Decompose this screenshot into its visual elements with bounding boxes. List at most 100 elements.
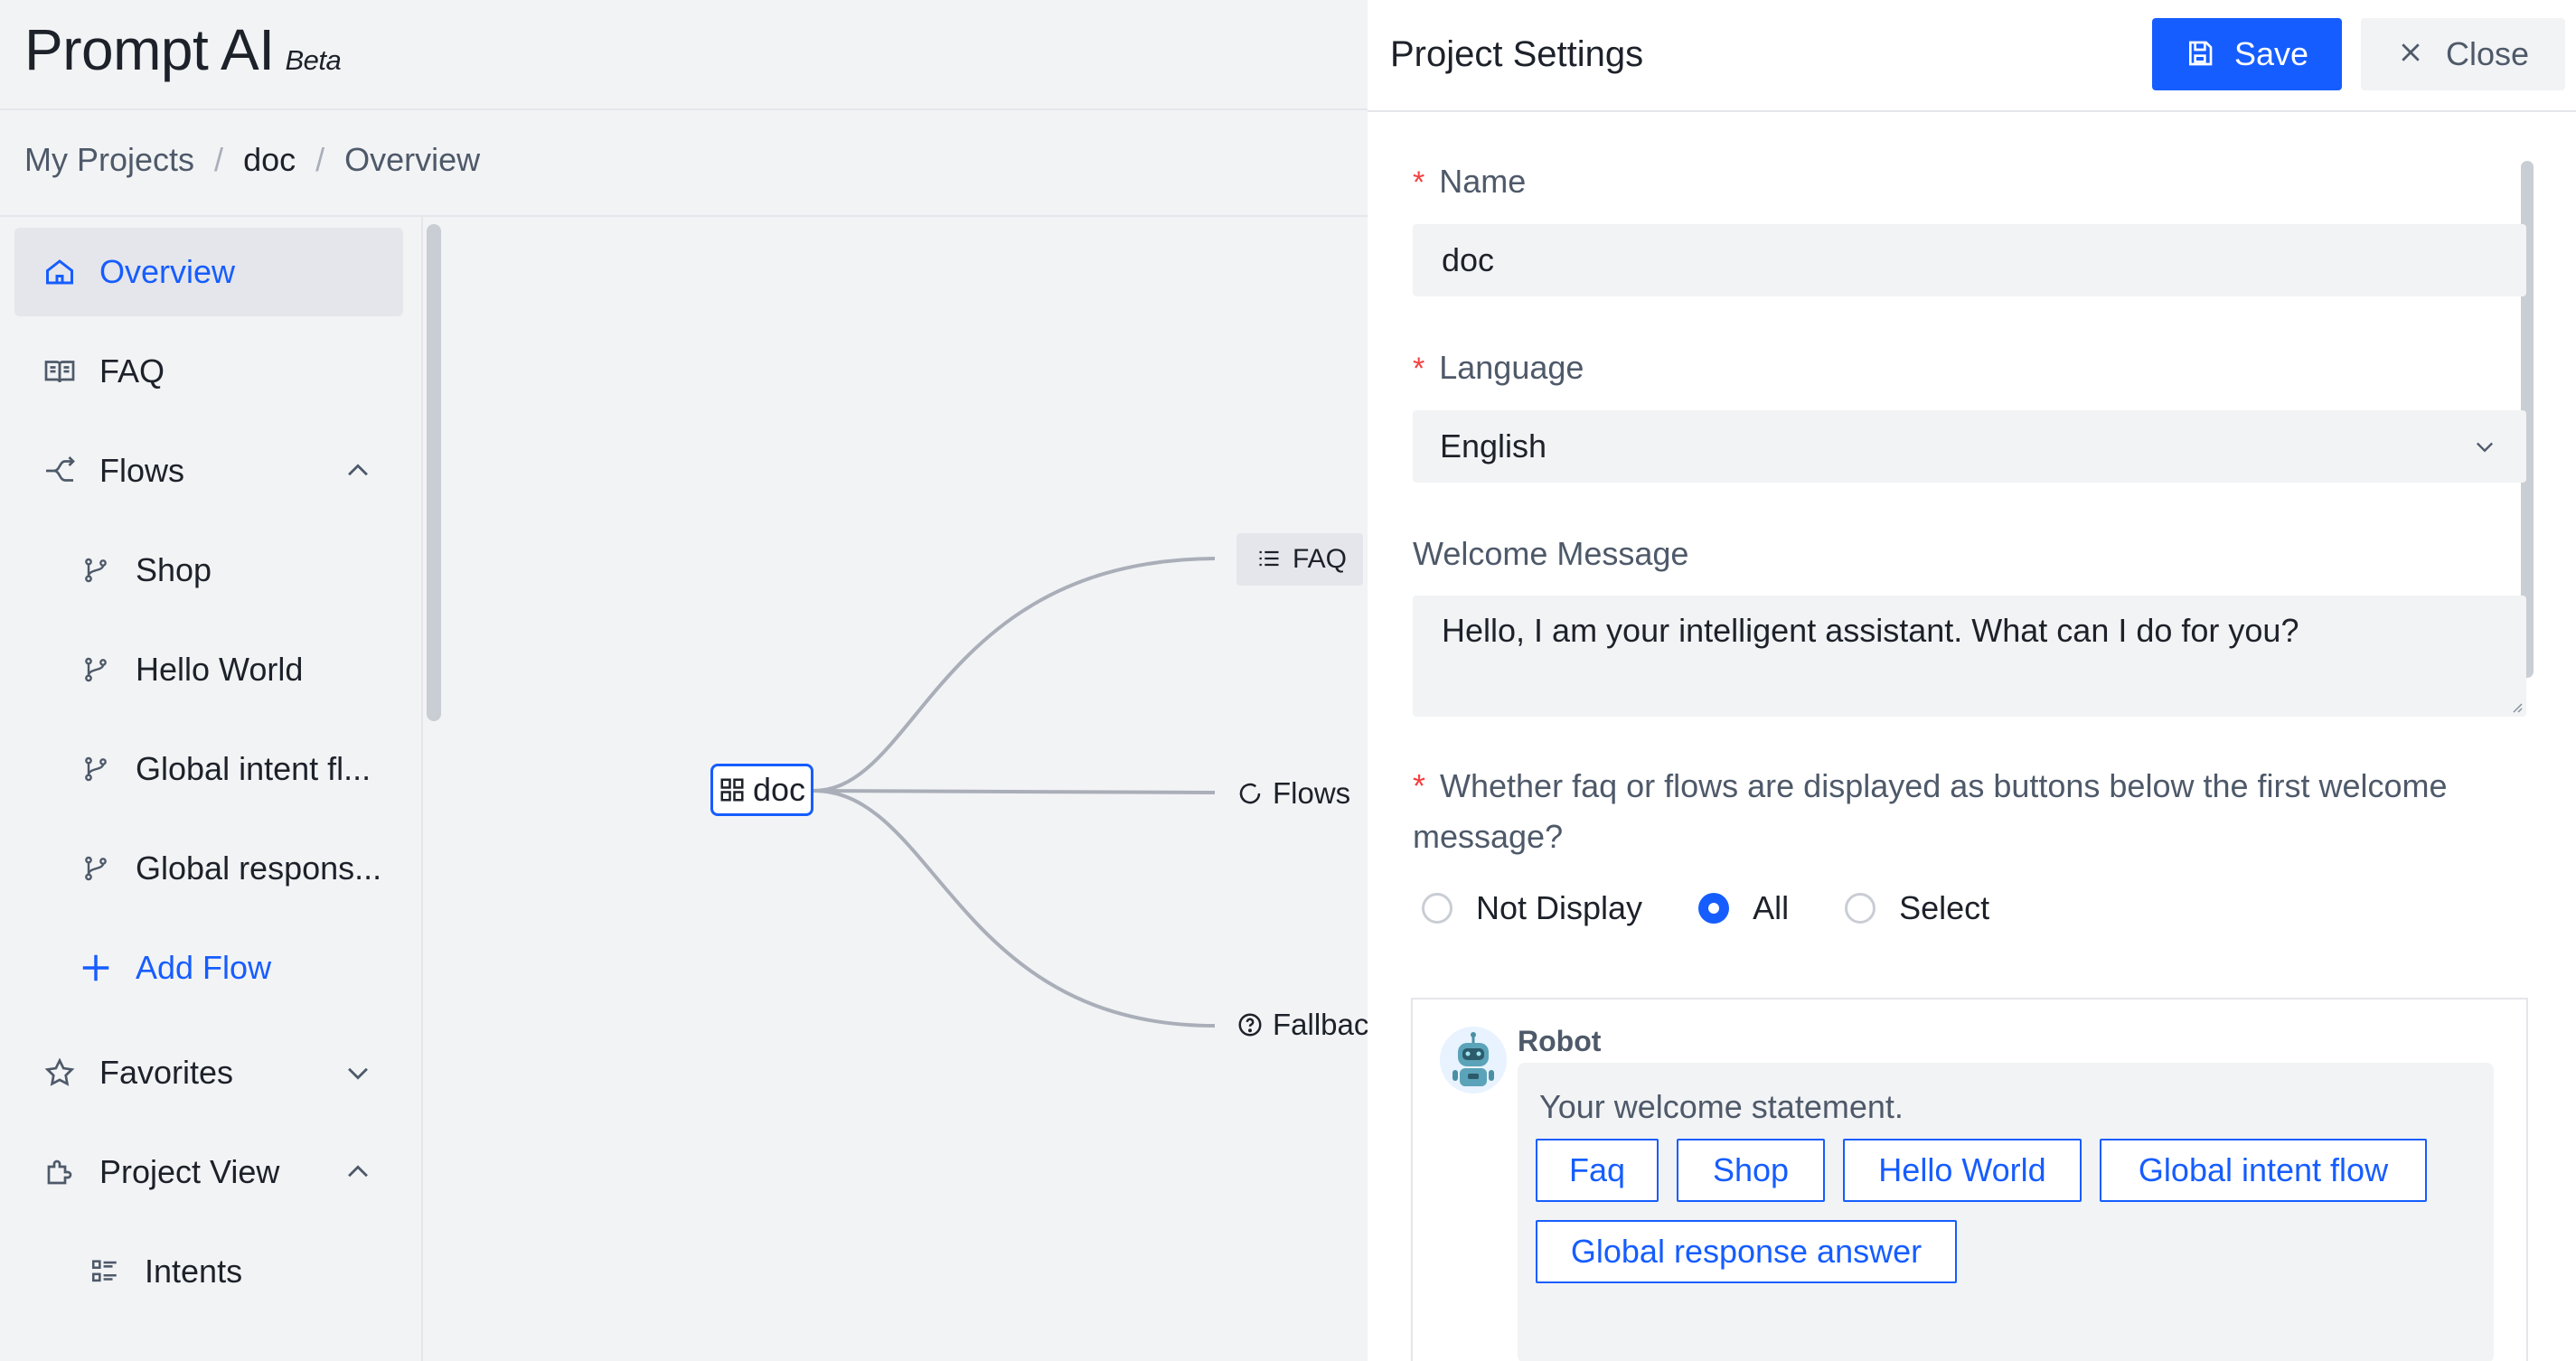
home-icon <box>42 254 78 290</box>
breadcrumb: My Projects / doc / Overview <box>24 141 480 179</box>
chevron-up-icon[interactable] <box>340 1154 376 1190</box>
name-input[interactable]: doc <box>1413 224 2526 296</box>
preview-button-hello-world[interactable]: Hello World <box>1843 1139 2082 1202</box>
logo-text: Prompt AI <box>24 17 275 82</box>
sidebar-scrollbar[interactable] <box>427 224 441 721</box>
node-label: FAQ <box>1293 544 1348 574</box>
sidebar-item-label: Global respons... <box>136 849 382 887</box>
node-label: Flows <box>1273 776 1351 810</box>
grid-icon <box>719 776 746 803</box>
branch-icon <box>78 552 114 588</box>
preview-button-global-intent-flow[interactable]: Global intent flow <box>2100 1139 2427 1202</box>
resize-handle-icon[interactable] <box>2510 700 2523 713</box>
language-label: * Language <box>1413 349 1584 387</box>
chevron-down-icon <box>2472 434 2499 461</box>
root-node-label: doc <box>752 771 806 808</box>
chevron-up-icon[interactable] <box>340 453 376 489</box>
breadcrumb-overview: Overview <box>344 141 481 178</box>
book-icon <box>42 353 78 390</box>
language-label-text: Language <box>1439 349 1584 386</box>
sidebar-item-global-intent-flow[interactable]: Global intent fl... <box>14 725 403 813</box>
save-label: Save <box>2233 35 2309 72</box>
sidebar-item-label: Global intent fl... <box>136 750 371 787</box>
welcome-message-textarea[interactable]: Hello, I am your intelligent assistant. … <box>1413 596 2526 717</box>
sidebar-item-label: FAQ <box>99 352 165 390</box>
welcome-preview: Robot Your welcome statement. Faq Shop H… <box>1411 998 2528 1361</box>
star-icon <box>42 1055 78 1091</box>
sidebar-item-global-response-answer[interactable]: Global respons... <box>14 824 403 913</box>
mindmap-connectors <box>813 557 1216 1028</box>
display-question-text: Whether faq or flows are displayed as bu… <box>1413 767 2448 855</box>
plus-icon <box>78 950 114 986</box>
sidebar-item-label: Shop <box>136 551 212 588</box>
flow-icon <box>42 453 78 489</box>
mindmap-node-faq[interactable]: FAQ <box>1236 533 1364 586</box>
welcome-statement: Your welcome statement. <box>1539 1088 1904 1125</box>
radio-circle <box>1422 893 1453 924</box>
display-radio-group: Not Display All Select <box>1422 889 2045 927</box>
list-icon <box>87 1253 123 1290</box>
drawer-header: Project Settings Save Close <box>1368 0 2576 112</box>
save-button[interactable]: Save <box>2152 18 2342 90</box>
mindmap-canvas[interactable] <box>448 217 1368 1361</box>
mindmap-node-flows[interactable]: Flows <box>1236 768 1368 819</box>
sidebar-item-label: Hello World <box>136 651 304 688</box>
save-icon <box>2186 39 2216 70</box>
branch-icon <box>78 652 114 688</box>
project-settings-drawer: Project Settings Save Close * Name doc * L… <box>1368 0 2576 1361</box>
required-mark: * <box>1413 165 1425 200</box>
sidebar-item-hello-world[interactable]: Hello World <box>14 625 403 714</box>
name-label-text: Name <box>1439 163 1527 200</box>
sidebar-item-project-view[interactable]: Project View <box>14 1128 403 1216</box>
radio-label: Not Display <box>1476 889 1643 926</box>
required-mark: * <box>1413 767 1426 804</box>
chevron-down-icon[interactable] <box>340 1055 376 1091</box>
sidebar-item-overview[interactable]: Overview <box>14 228 403 316</box>
breadcrumb-project[interactable]: doc <box>243 141 296 179</box>
sidebar-item-label: Intents <box>145 1253 243 1290</box>
mindmap-node-fallback[interactable]: Fallback <box>1236 1000 1368 1050</box>
drawer-title: Project Settings <box>1390 34 1644 74</box>
sidebar-item-intents[interactable]: Intents <box>14 1227 403 1316</box>
add-flow-button[interactable]: Add Flow <box>14 924 403 1012</box>
language-select-value: English <box>1440 427 1547 465</box>
sidebar-item-label: Overview <box>99 253 236 290</box>
sidebar: Overview FAQ Flows Shop Hello World Glob… <box>0 217 423 1361</box>
message-bubble: Your welcome statement. Faq Shop Hello W… <box>1518 1063 2494 1361</box>
branch-icon <box>78 850 114 887</box>
sidebar-item-favorites[interactable]: Favorites <box>14 1028 403 1117</box>
robot-avatar <box>1440 1027 1507 1093</box>
beta-badge: Beta <box>285 44 342 76</box>
radio-not-display[interactable]: Not Display <box>1422 889 1642 927</box>
display-buttons-question: * Whether faq or flows are displayed as b… <box>1413 761 2543 862</box>
required-mark: * <box>1413 352 1425 386</box>
radio-label: All <box>1753 889 1790 926</box>
sidebar-item-flows[interactable]: Flows <box>14 427 403 515</box>
node-label: Fallback <box>1273 1008 1368 1041</box>
radio-label: Select <box>1899 889 1990 926</box>
sidebar-item-faq[interactable]: FAQ <box>14 327 403 416</box>
breadcrumb-my-projects[interactable]: My Projects <box>24 141 194 179</box>
preview-button-global-response-answer[interactable]: Global response answer <box>1536 1220 1957 1283</box>
breadcrumb-separator: / <box>315 141 325 178</box>
name-input-value: doc <box>1442 241 1495 278</box>
branch-icon <box>78 751 114 787</box>
radio-select[interactable]: Select <box>1845 889 1989 927</box>
name-label: * Name <box>1413 163 1526 201</box>
sidebar-item-label: Project View <box>99 1153 280 1190</box>
sidebar-item-shop[interactable]: Shop <box>14 526 403 615</box>
language-select[interactable]: English <box>1413 410 2526 483</box>
preview-button-faq[interactable]: Faq <box>1536 1139 1659 1202</box>
mindmap-root-node[interactable]: doc <box>710 764 813 816</box>
app-logo[interactable]: Prompt AI Beta <box>24 16 342 83</box>
radio-circle-checked <box>1698 893 1730 924</box>
close-button[interactable]: Close <box>2361 18 2565 90</box>
add-flow-label: Add Flow <box>136 949 272 986</box>
robot-icon <box>1440 1027 1507 1093</box>
close-label: Close <box>2445 35 2530 72</box>
radio-all[interactable]: All <box>1698 889 1789 927</box>
list-icon <box>1256 546 1283 573</box>
welcome-message-label: Welcome Message <box>1413 535 1689 572</box>
preview-button-shop[interactable]: Shop <box>1677 1139 1825 1202</box>
app-header: Prompt AI Beta <box>0 0 1368 110</box>
